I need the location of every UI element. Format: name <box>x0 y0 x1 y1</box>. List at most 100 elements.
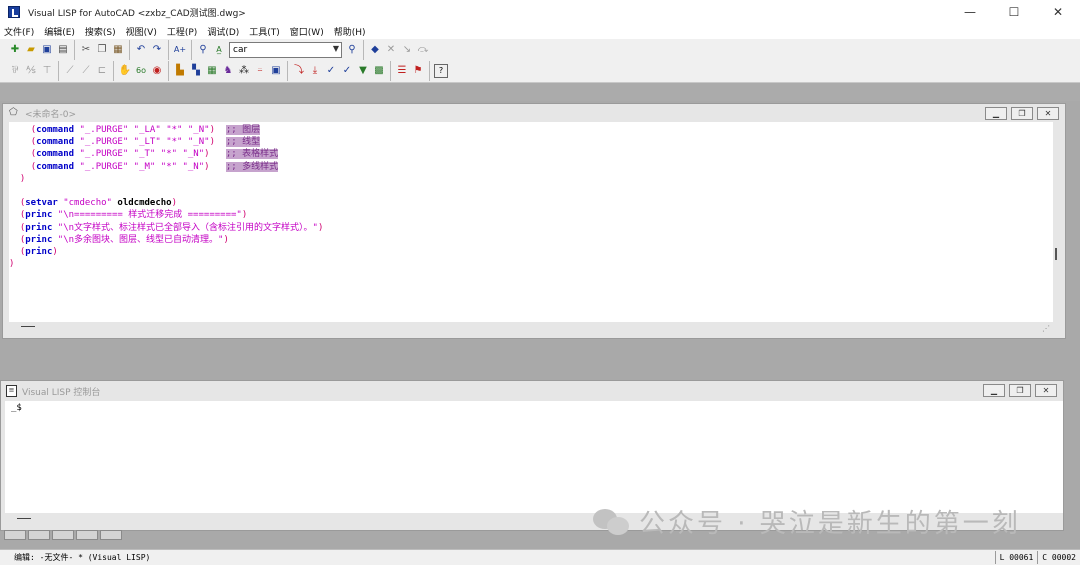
clear-breakpoints-icon[interactable]: ✕ <box>384 43 398 57</box>
minimized-window-tab[interactable] <box>28 530 50 540</box>
search-combo[interactable]: car ▼ <box>229 42 342 58</box>
console-minimize-button[interactable]: ▁ <box>983 384 1005 397</box>
trace-icon[interactable]: ◉ <box>150 64 164 78</box>
editor-title-bar[interactable]: ⬠ <未命名-0> <box>3 104 1065 122</box>
console-input-area[interactable]: _$ <box>5 401 1063 513</box>
step-over-icon[interactable]: ⤓ <box>308 64 322 78</box>
find-icon[interactable]: ⚲ <box>196 43 210 57</box>
apropos-window-icon[interactable]: ▣ <box>269 64 283 78</box>
minimized-window-tab[interactable] <box>52 530 74 540</box>
load-active-window-icon[interactable]: ▚ <box>189 64 203 78</box>
code-token: princ <box>25 247 53 258</box>
menu-bar: 文件(F) 编辑(E) 搜索(S) 视图(V) 工程(P) 调试(D) 工具(T… <box>0 24 1080 39</box>
menu-file[interactable]: 文件(F) <box>4 25 34 38</box>
copy-icon[interactable]: ❐ <box>95 43 109 57</box>
code-line: ) <box>9 258 1053 270</box>
close-button[interactable]: ✕ <box>1036 0 1080 24</box>
editor-restore-button[interactable]: ❐ <box>1011 107 1033 120</box>
inspect-icon[interactable]: 6o <box>134 64 148 78</box>
step-icon[interactable]: ↘ <box>400 43 414 57</box>
toolbar-group-complete: A+ <box>168 40 191 60</box>
watch-icon[interactable]: ⍨ <box>253 64 267 78</box>
inspect-object-icon[interactable]: ♞ <box>221 64 235 78</box>
step-out-icon[interactable]: ✓ <box>324 64 338 78</box>
print-icon[interactable]: ▤ <box>56 43 70 57</box>
toolbar-group-breakpoints: ◆ ✕ ↘ ⤼ <box>363 40 434 60</box>
quit-icon[interactable]: ▼ <box>356 64 370 78</box>
toolbar-group-format: ⅌ ⅍ ⊤ <box>4 61 58 81</box>
load-icon[interactable]: ⚲ <box>345 43 359 57</box>
reset-icon[interactable]: ▩ <box>372 64 386 78</box>
redo-icon[interactable]: ↷ <box>150 43 164 57</box>
open-file-icon[interactable]: ▰ <box>24 43 38 57</box>
new-file-icon[interactable]: ✚ <box>8 43 22 57</box>
uncomment-icon[interactable]: ⟋ <box>79 64 93 78</box>
code-token: ) <box>241 210 248 221</box>
check-text-icon[interactable]: ▦ <box>205 64 219 78</box>
code-token: setvar <box>25 198 58 209</box>
resize-grip-icon[interactable]: ⋰ <box>1042 324 1050 333</box>
code-token: "_LA" <box>133 125 161 135</box>
undo-icon[interactable]: ↶ <box>134 43 148 57</box>
apropos-icon[interactable]: A̲ <box>212 43 226 57</box>
continue-icon[interactable]: ⤼ <box>416 43 430 57</box>
console-title-bar[interactable]: ≡ Visual LISP 控制台 <box>1 381 1063 401</box>
format-icon[interactable]: ⅌ <box>8 64 22 78</box>
console-restore-button[interactable]: ❐ <box>1009 384 1031 397</box>
menu-edit[interactable]: 编辑(E) <box>44 25 75 38</box>
help-icon[interactable]: ? <box>434 64 448 78</box>
editor-vertical-scrollbar[interactable] <box>1053 122 1061 322</box>
paste-icon[interactable]: ▦ <box>111 43 125 57</box>
editor-close-button[interactable]: ✕ <box>1037 107 1059 120</box>
console-close-button[interactable]: ✕ <box>1035 384 1057 397</box>
complete-word-icon[interactable]: A+ <box>173 43 187 57</box>
minimized-window-tab[interactable] <box>76 530 98 540</box>
add-watch-icon[interactable]: ☰ <box>395 64 409 78</box>
code-token: "_.PURGE" <box>79 137 129 148</box>
menu-help[interactable]: 帮助(H) <box>334 25 366 38</box>
minimize-button[interactable]: — <box>948 0 992 24</box>
code-editor[interactable]: (command "_.PURGE" "_LA" "*" "_N") ;; 图层… <box>9 122 1053 322</box>
console-icon: ≡ <box>6 385 17 397</box>
continue-run-icon[interactable]: ✓ <box>340 64 354 78</box>
code-line: (princ "\n多余图块、图层、线型已自动清理。") <box>9 234 1053 246</box>
editor-window[interactable]: ⬠ <未命名-0> ▁ ❐ ✕ (command "_.PURGE" "_LA"… <box>2 103 1066 339</box>
hand-icon[interactable]: ✋ <box>118 64 132 78</box>
comment-icon[interactable]: ⟋ <box>63 64 77 78</box>
activate-autocad-icon[interactable]: ▙ <box>173 64 187 78</box>
save-icon[interactable]: ▣ <box>40 43 54 57</box>
minimized-window-tab[interactable] <box>4 530 26 540</box>
menu-window[interactable]: 窗口(W) <box>290 25 324 38</box>
last-break-icon[interactable]: ⚑ <box>411 64 425 78</box>
load-selection-icon[interactable]: ⊏ <box>95 64 109 78</box>
editor-minimize-button[interactable]: ▁ <box>985 107 1007 120</box>
code-token: "_LT" <box>133 137 161 148</box>
editor-title: <未命名-0> <box>25 109 77 120</box>
cut-icon[interactable]: ✂ <box>79 43 93 57</box>
menu-debug[interactable]: 调试(D) <box>207 25 239 38</box>
step-into-icon[interactable]: ⤵ <box>292 64 306 78</box>
console-prompt: _$ <box>11 403 22 413</box>
format-selection-icon[interactable]: ⅍ <box>24 64 38 78</box>
code-token: ;; 表格样式 <box>225 149 279 160</box>
menu-tools[interactable]: 工具(T) <box>249 25 280 38</box>
chevron-down-icon[interactable]: ▼ <box>333 44 339 53</box>
check-icon[interactable]: ⊤ <box>40 64 54 78</box>
maximize-button[interactable]: ☐ <box>992 0 1036 24</box>
code-line: (princ) <box>9 246 1053 258</box>
editor-scroll-thumb[interactable] <box>1055 248 1057 260</box>
minimized-window-tab[interactable] <box>100 530 122 540</box>
menu-search[interactable]: 搜索(S) <box>85 25 116 38</box>
menu-view[interactable]: 视图(V) <box>126 25 157 38</box>
menu-project[interactable]: 工程(P) <box>167 25 197 38</box>
symbol-service-icon[interactable]: ⁂ <box>237 64 251 78</box>
code-token: "*" <box>166 137 183 148</box>
code-token: princ <box>25 234 53 245</box>
editor-status-strip: ⋰ <box>9 322 1053 336</box>
toggle-breakpoint-icon[interactable]: ◆ <box>368 43 382 57</box>
visual-lisp-app-icon[interactable] <box>8 6 20 18</box>
code-token: command <box>36 125 75 135</box>
